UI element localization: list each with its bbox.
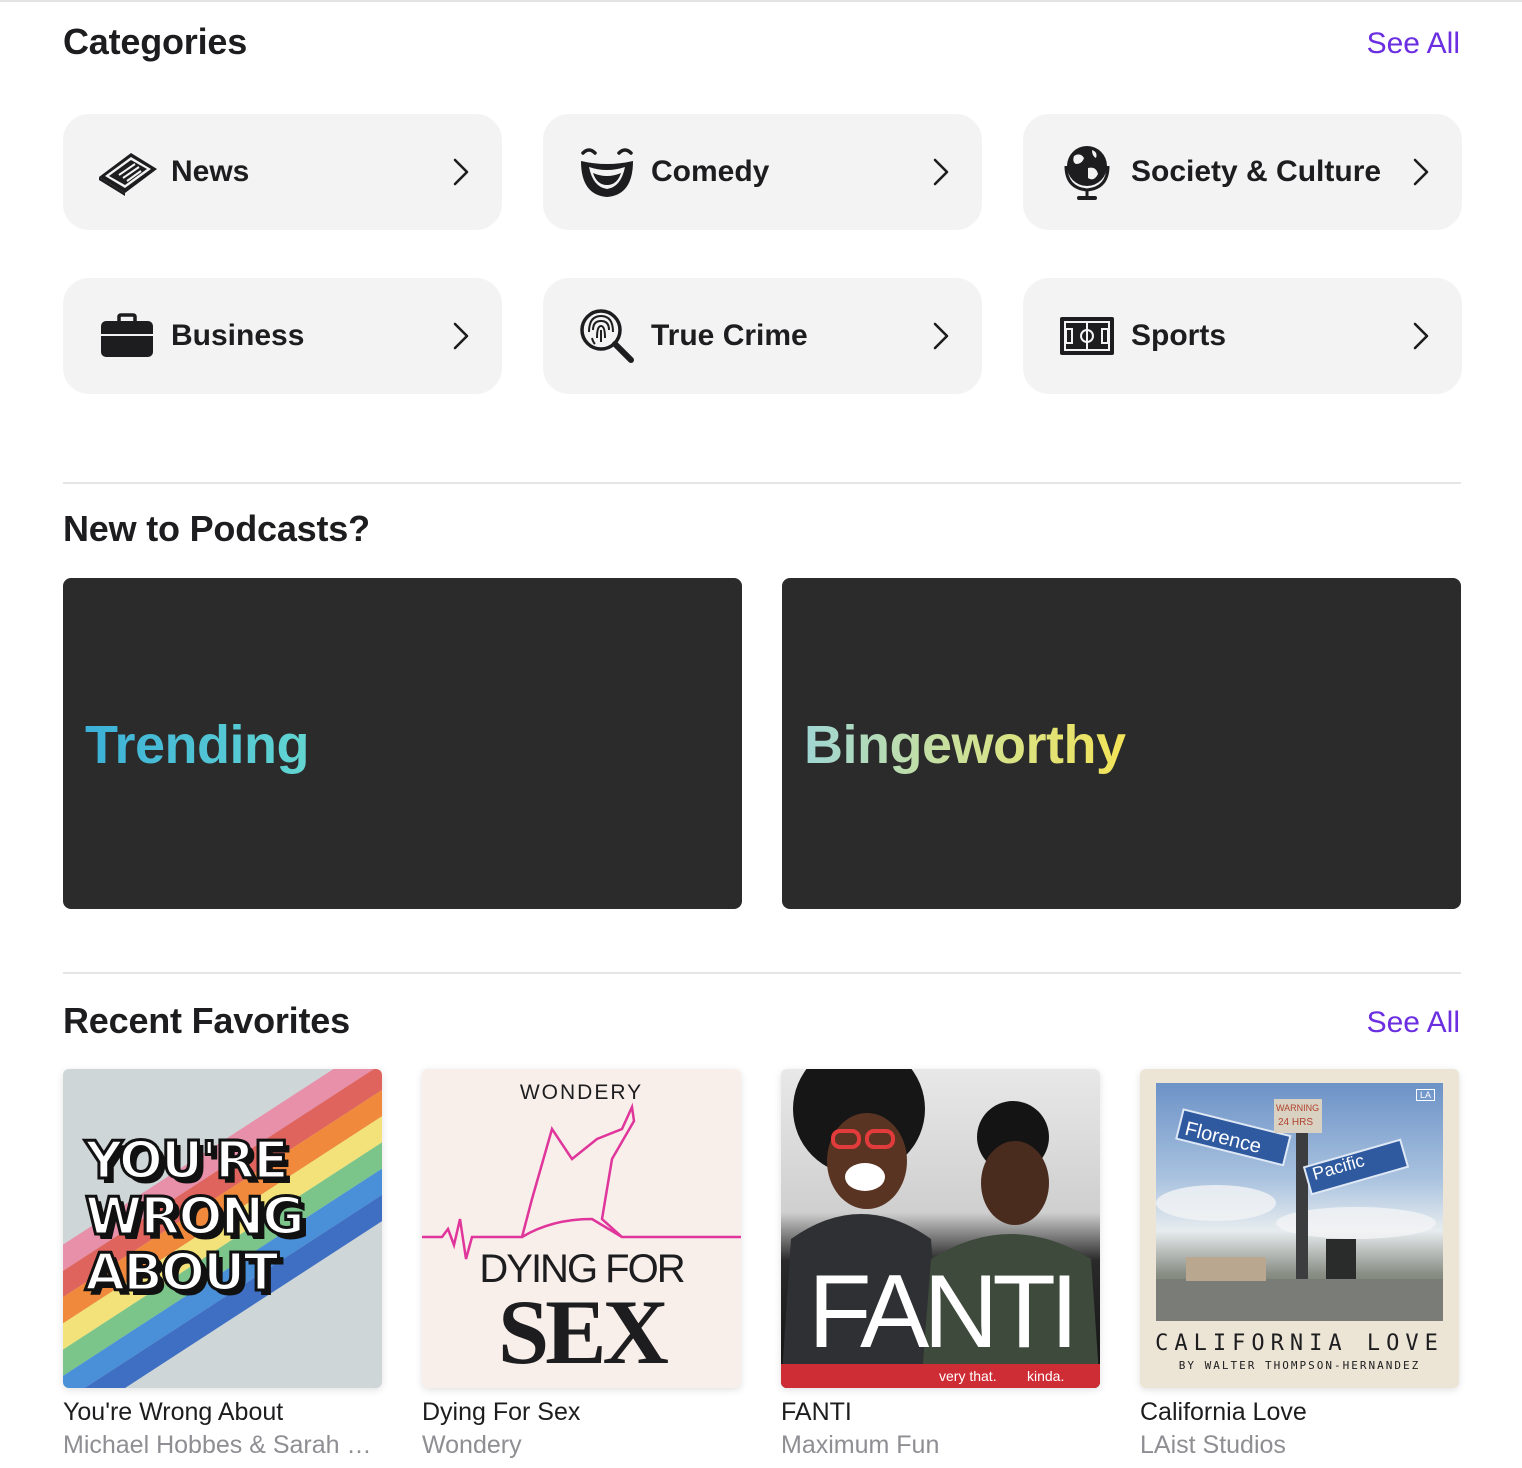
tile-trending-label: Trending — [85, 715, 310, 775]
category-label: News — [171, 155, 250, 188]
category-comedy[interactable]: Comedy — [543, 114, 982, 230]
podcast-artwork[interactable]: WONDERY DYING FOR SEX — [422, 1069, 741, 1388]
globe-icon — [1055, 142, 1119, 202]
recent-favorites-see-all-link[interactable]: See All — [1367, 1006, 1460, 1040]
artwork-banner: very that. kinda. — [781, 1364, 1100, 1388]
briefcase-icon — [95, 306, 159, 366]
categories-see-all-link[interactable]: See All — [1367, 27, 1460, 61]
podcast-artwork[interactable]: FANTI very that. kinda. — [781, 1069, 1100, 1388]
podcast-card-california-love[interactable]: Florence Pacific WARNING 24 HRS LA CALIF… — [1140, 1069, 1459, 1460]
category-label: True Crime — [651, 319, 808, 352]
recent-favorites-title: Recent Favorites — [63, 1000, 350, 1041]
category-society-culture[interactable]: Society & Culture — [1023, 114, 1462, 230]
artwork-text: YOU'RE WRONG ABOUT — [84, 1131, 307, 1303]
new-to-podcasts-title: New to Podcasts? — [63, 508, 370, 549]
top-border — [0, 0, 1522, 2]
podcast-card-fanti[interactable]: FANTI very that. kinda. FANTI Maximum Fu… — [781, 1069, 1100, 1460]
section-divider — [63, 482, 1461, 484]
category-label: Sports — [1131, 319, 1227, 352]
category-news[interactable]: News — [63, 114, 502, 230]
artwork-line1: CALIFORNIA LOVE — [1155, 1331, 1444, 1356]
podcast-title[interactable]: You're Wrong About — [63, 1398, 382, 1427]
podcast-artwork[interactable]: YOU'RE WRONG ABOUT — [63, 1069, 382, 1388]
artwork-photo: Florence Pacific WARNING 24 HRS LA — [1156, 1083, 1443, 1321]
category-label: Comedy — [651, 155, 770, 188]
category-sports[interactable]: Sports — [1023, 278, 1462, 394]
podcast-card-youre-wrong-about[interactable]: YOU'RE WRONG ABOUT You're Wrong About Mi… — [63, 1069, 382, 1460]
categories-grid: News Comedy Society & Culture Business T… — [63, 114, 1462, 394]
artwork-line2: SEX — [498, 1281, 669, 1383]
tile-trending[interactable]: Trending — [63, 578, 742, 909]
category-business[interactable]: Business — [63, 278, 502, 394]
podcast-author[interactable]: Michael Hobbes & Sarah M... — [63, 1431, 382, 1460]
tile-bingeworthy[interactable]: Bingeworthy — [782, 578, 1461, 909]
podcast-title[interactable]: California Love — [1140, 1398, 1459, 1427]
chevron-right-icon — [448, 318, 474, 354]
podcast-author[interactable]: Wondery — [422, 1431, 741, 1460]
sports-field-icon — [1055, 306, 1119, 366]
artwork-line2: BY WALTER THOMPSON-HERNANDEZ — [1178, 1359, 1421, 1372]
comedy-mask-icon — [575, 142, 639, 202]
podcast-artwork[interactable]: Florence Pacific WARNING 24 HRS LA CALIF… — [1140, 1069, 1459, 1388]
podcast-author[interactable]: Maximum Fun — [781, 1431, 1100, 1460]
chevron-right-icon — [1408, 154, 1434, 190]
podcast-title[interactable]: FANTI — [781, 1398, 1100, 1427]
chevron-right-icon — [448, 154, 474, 190]
fingerprint-magnifier-icon — [575, 306, 639, 366]
podcast-title[interactable]: Dying For Sex — [422, 1398, 741, 1427]
category-label: Society & Culture — [1131, 155, 1382, 188]
category-label: Business — [171, 319, 305, 352]
category-true-crime[interactable]: True Crime — [543, 278, 982, 394]
artwork-logo: FANTI — [808, 1254, 1079, 1370]
chevron-right-icon — [928, 318, 954, 354]
tile-bingeworthy-label: Bingeworthy — [804, 715, 1126, 775]
podcast-author[interactable]: LAist Studios — [1140, 1431, 1459, 1460]
section-divider — [63, 972, 1461, 974]
categories-title: Categories — [63, 21, 248, 62]
newspaper-icon — [95, 142, 159, 202]
chevron-right-icon — [1408, 318, 1434, 354]
chevron-right-icon — [928, 154, 954, 190]
podcast-card-dying-for-sex[interactable]: WONDERY DYING FOR SEX Dying For Sex Wond… — [422, 1069, 741, 1460]
